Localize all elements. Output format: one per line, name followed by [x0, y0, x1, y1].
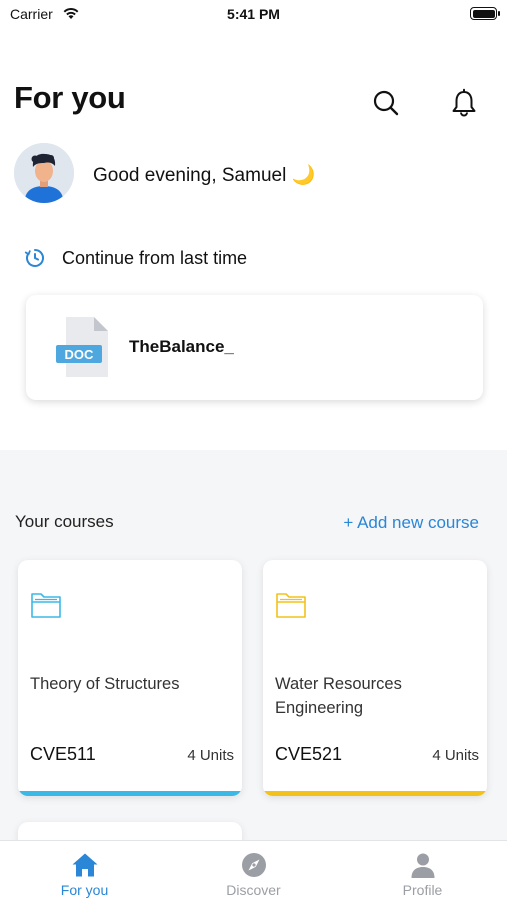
clock-time: 5:41 PM [227, 6, 280, 22]
tab-bar: For you Discover Profile [0, 840, 507, 900]
courses-title: Your courses [15, 512, 114, 531]
clock-icon [24, 249, 44, 267]
notifications-button[interactable] [449, 88, 479, 118]
tab-label: Discover [226, 882, 281, 898]
continue-label: Continue from last time [62, 247, 248, 268]
course-name: Water Resources Engineering [275, 675, 402, 717]
person-icon [411, 853, 434, 878]
course-color-bar [263, 791, 487, 796]
tab-discover[interactable]: Discover [169, 841, 338, 900]
document-name: TheBalance_ [129, 337, 234, 356]
course-code: CVE511 [30, 744, 96, 764]
status-bar: Carrier 5:41 PM [0, 0, 507, 30]
battery-icon [470, 7, 500, 20]
recent-document-card[interactable]: DOC TheBalance_ [26, 295, 483, 400]
tab-label: For you [60, 882, 109, 898]
continue-section-header: Continue from last time [24, 246, 247, 270]
course-units: 4 Units [432, 747, 479, 764]
greeting-text: Good evening, Samuel 🌙 [93, 165, 316, 186]
home-icon [72, 853, 97, 877]
tab-for-you[interactable]: For you [0, 841, 169, 900]
search-button[interactable] [371, 88, 401, 118]
folder-icon [31, 593, 61, 618]
doc-file-icon: DOC [56, 317, 108, 377]
tab-profile[interactable]: Profile [338, 841, 507, 900]
search-icon [373, 90, 399, 116]
bell-icon [452, 88, 476, 117]
course-card[interactable]: Water Resources Engineering CVE521 4 Uni… [263, 560, 487, 796]
doc-badge: DOC [65, 347, 95, 362]
user-avatar-icon [14, 143, 74, 203]
avatar[interactable] [14, 143, 74, 203]
course-units: 4 Units [187, 747, 234, 764]
course-card[interactable]: Theory of Structures CVE511 4 Units [18, 560, 242, 796]
compass-icon [241, 853, 266, 877]
page-title: For you [14, 80, 126, 115]
tab-label: Profile [402, 882, 443, 898]
folder-icon [276, 593, 306, 618]
course-code: CVE521 [275, 744, 343, 764]
course-color-bar [18, 791, 242, 796]
add-course-button[interactable]: + Add new course [343, 513, 479, 533]
course-name: Theory of Structures [30, 675, 180, 693]
